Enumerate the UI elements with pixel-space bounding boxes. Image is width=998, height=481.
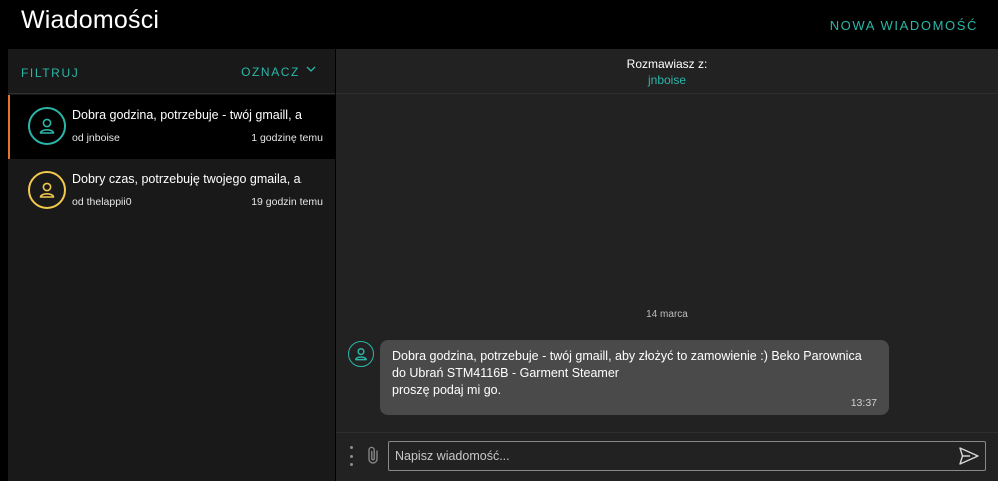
chat-header: Rozmawiasz z: jnboise — [336, 49, 998, 94]
mark-dropdown[interactable]: OZNACZ — [241, 65, 316, 79]
sidebar-header: FILTRUJ OZNACZ — [8, 49, 335, 94]
filter-button[interactable]: FILTRUJ — [21, 66, 79, 80]
more-options-icon[interactable] — [347, 446, 355, 466]
conversation-title: Dobra godzina, potrzebuje - twój gmaill,… — [72, 108, 302, 122]
user-avatar-icon — [28, 107, 66, 145]
message-bubble: Dobra godzina, potrzebuje - twój gmaill,… — [380, 340, 889, 415]
new-message-button[interactable]: NOWA WIADOMOŚĆ — [830, 18, 978, 33]
conversation-time: 1 godzinę temu — [251, 132, 323, 144]
message-text: Dobra godzina, potrzebuje - twój gmaill,… — [392, 349, 862, 397]
chat-username-link[interactable]: jnboise — [336, 73, 998, 87]
date-separator: 14 marca — [646, 309, 688, 320]
chat-with-label: Rozmawiasz z: — [626, 57, 708, 71]
conversation-item[interactable]: Dobra godzina, potrzebuje - twój gmaill,… — [8, 95, 335, 159]
user-avatar-icon — [28, 171, 66, 209]
message-time: 13:37 — [850, 397, 877, 409]
top-bar: Wiadomości NOWA WIADOMOŚĆ — [0, 0, 998, 49]
message-composer — [336, 432, 998, 481]
send-icon[interactable] — [958, 446, 980, 471]
page-title: Wiadomości — [21, 6, 160, 34]
chat-panel: Rozmawiasz z: jnboise 14 marca Dobra god… — [336, 49, 998, 481]
paperclip-icon[interactable] — [366, 445, 380, 470]
conversation-sidebar: FILTRUJ OZNACZ Dobra godzina, potrzebuje… — [8, 49, 335, 481]
conversation-title: Dobry czas, potrzebuję twojego gmaila, a… — [72, 172, 302, 186]
chevron-down-icon — [306, 66, 316, 72]
conversation-sender: od thelappii0 — [72, 196, 132, 208]
conversation-sender: od jnboise — [72, 132, 120, 144]
conversation-time: 19 godzin temu — [251, 196, 323, 208]
conversation-item[interactable]: Dobry czas, potrzebuję twojego gmaila, a… — [8, 159, 335, 223]
message-input[interactable] — [388, 441, 986, 471]
mark-label: OZNACZ — [241, 65, 300, 79]
sender-avatar-icon — [348, 341, 374, 367]
